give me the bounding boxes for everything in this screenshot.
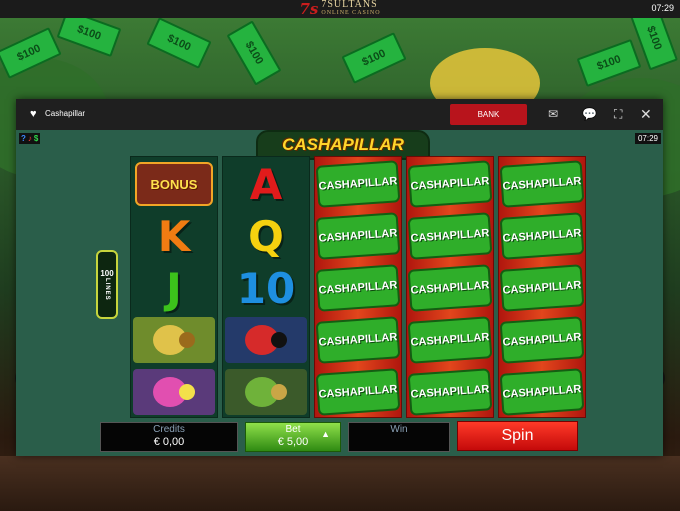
win-label: Win — [390, 424, 408, 435]
game-clock: 07:29 — [634, 133, 661, 144]
cashapillar-logo: CASHAPILLAR — [407, 264, 493, 312]
caterpillar-party-symbol — [131, 366, 217, 418]
bet-up-icon[interactable]: ▲ — [321, 429, 330, 439]
cashapillar-logo: CASHAPILLAR — [499, 264, 585, 312]
letter-symbol: J — [131, 262, 217, 314]
cashapillar-logo: CASHAPILLAR — [407, 212, 493, 260]
cashapillar-logo: CASHAPILLAR — [407, 160, 493, 208]
cashapillar-logo: CASHAPILLAR — [315, 264, 401, 312]
heart-icon[interactable]: ♥ — [30, 108, 37, 120]
letter-k: K — [157, 211, 191, 261]
grasshopper-symbol — [223, 366, 309, 418]
cashapillar-wild-symbol: CASHAPILLAR — [407, 262, 493, 314]
cashapillar-wild-symbol: CASHAPILLAR — [407, 366, 493, 418]
cashapillar-wild-symbol: CASHAPILLAR — [499, 262, 585, 314]
close-icon[interactable]: ✕ — [640, 107, 652, 121]
cashapillar-wild-symbol: CASHAPILLAR — [315, 158, 401, 210]
reel-4: CASHAPILLAR CASHAPILLAR CASHAPILLAR CASHAPI… — [406, 156, 494, 418]
game-title: Cashapillar — [45, 109, 86, 118]
fullscreen-icon[interactable]: ⛶ — [614, 107, 622, 121]
credits-value: € 0,00 — [153, 436, 185, 448]
mail-icon[interactable]: ✉ — [548, 107, 558, 121]
grasshopper-icon — [225, 369, 307, 415]
letter-symbol: A — [223, 158, 309, 210]
sound-icon[interactable]: ♪ — [28, 134, 32, 143]
reel-3: CASHAPILLAR CASHAPILLAR CASHAPILLAR CASHAPI… — [314, 156, 402, 418]
money-bill: $100 — [56, 18, 122, 58]
spin-button[interactable]: Spin — [457, 421, 578, 451]
letter-q: Q — [248, 211, 284, 261]
cashapillar-logo: CASHAPILLAR — [407, 368, 493, 416]
cashapillar-wild-symbol: CASHAPILLAR — [315, 210, 401, 262]
game-window: ♥ Cashapillar BANK ✉ 💬 ⛶ ✕ ? ♪ $ 07:29 C… — [16, 99, 663, 456]
ladybugs-icon — [225, 317, 307, 363]
control-panel: Credits € 0,00 Bet € 5,00 ▲ Win Spin — [100, 421, 580, 452]
reel-2: A Q 10 — [222, 156, 310, 418]
casino-logo[interactable]: 7s 7SULTANS ONLINE CASINO — [0, 0, 680, 18]
cashapillar-logo: CASHAPILLAR — [315, 160, 401, 208]
money-bill: $100 — [226, 20, 282, 86]
letter-a: A — [249, 159, 283, 209]
logo-subtitle: ONLINE CASINO — [321, 10, 381, 16]
cashapillar-logo: CASHAPILLAR — [315, 368, 401, 416]
cashapillar-logo: CASHAPILLAR — [499, 160, 585, 208]
bonus-symbol: BONUS — [131, 158, 217, 210]
game-toolbar: ? ♪ $ — [19, 133, 41, 144]
money-bill: $100 — [341, 32, 407, 84]
reel-5: CASHAPILLAR CASHAPILLAR CASHAPILLAR CASHAPI… — [498, 156, 586, 418]
ground-decoration — [0, 456, 680, 511]
letter-symbol: 10 — [223, 262, 309, 314]
cashapillar-wild-symbol: CASHAPILLAR — [499, 210, 585, 262]
top-clock: 07:29 — [651, 3, 674, 13]
letter-j: J — [166, 263, 182, 313]
cashapillar-wild-symbol: CASHAPILLAR — [499, 314, 585, 366]
cashapillar-logo: CASHAPILLAR — [499, 368, 585, 416]
letter-symbol: K — [131, 210, 217, 262]
cashapillar-wild-symbol: CASHAPILLAR — [407, 158, 493, 210]
cashapillar-wild-symbol: CASHAPILLAR — [407, 210, 493, 262]
cashapillar-wild-symbol: CASHAPILLAR — [407, 314, 493, 366]
credits-label: Credits — [153, 424, 185, 435]
game-area: ? ♪ $ 07:29 CASHAPILLAR 100 LINES 100 LI… — [16, 130, 663, 456]
money-bill: $100 — [146, 18, 212, 69]
cashapillar-wild-symbol: CASHAPILLAR — [315, 314, 401, 366]
reel-1: BONUS K J — [130, 156, 218, 418]
cashapillar-logo: CASHAPILLAR — [499, 316, 585, 364]
cashapillar-logo: CASHAPILLAR — [315, 316, 401, 364]
cashapillar-wild-symbol: CASHAPILLAR — [499, 158, 585, 210]
ladybugs-symbol — [223, 314, 309, 366]
game-window-header: ♥ Cashapillar BANK ✉ 💬 ⛶ ✕ — [16, 99, 663, 130]
cashapillar-logo: CASHAPILLAR — [499, 212, 585, 260]
cashapillar-logo: CASHAPILLAR — [315, 212, 401, 260]
letter-symbol: Q — [223, 210, 309, 262]
cashier-icon[interactable]: $ — [34, 134, 38, 143]
caterpillar-party-icon — [133, 369, 215, 415]
cashapillar-wild-symbol: CASHAPILLAR — [315, 366, 401, 418]
logo-mark: 7s — [299, 0, 319, 18]
snail-symbol — [131, 314, 217, 366]
logo-name: 7SULTANS — [321, 0, 378, 10]
cashapillar-wild-symbol: CASHAPILLAR — [315, 262, 401, 314]
letter-10: 10 — [236, 263, 296, 313]
help-icon[interactable]: ? — [21, 134, 26, 143]
bank-button[interactable]: BANK — [450, 104, 527, 125]
cashapillar-logo: CASHAPILLAR — [407, 316, 493, 364]
top-bar: 7s 7SULTANS ONLINE CASINO 07:29 — [0, 0, 680, 18]
credits-display: Credits € 0,00 — [100, 422, 238, 452]
snail-icon — [133, 317, 215, 363]
cashapillar-wild-symbol: CASHAPILLAR — [499, 366, 585, 418]
win-display: Win — [348, 422, 450, 452]
chat-icon[interactable]: 💬 — [582, 107, 597, 121]
bet-selector[interactable]: Bet € 5,00 ▲ — [245, 422, 341, 452]
bonus-cake: BONUS — [135, 162, 213, 206]
reel-area: BONUS K J A Q 10 CASHAPILLAR CASHAPILLAR CASHAPI… — [112, 156, 586, 418]
